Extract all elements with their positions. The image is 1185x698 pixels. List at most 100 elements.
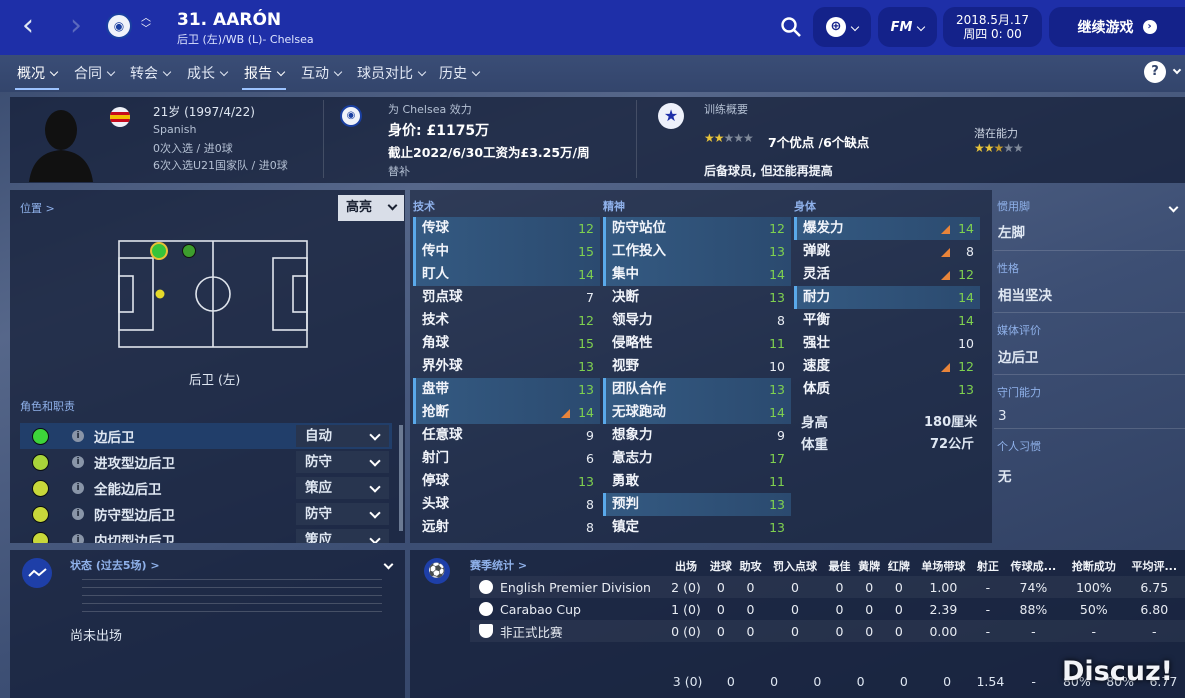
attribute-row[interactable]: 传中 15 <box>413 240 600 263</box>
info-icon[interactable]: i <box>72 534 84 543</box>
roles-scrollbar[interactable] <box>399 425 403 531</box>
attribute-row[interactable]: 盘带 13 <box>413 378 600 401</box>
attribute-row[interactable]: 勇敢 11 <box>603 470 791 493</box>
role-row[interactable]: i 全能边后卫 策应 <box>20 475 392 501</box>
attribute-row[interactable]: 弹跳 8 <box>794 240 980 263</box>
stats-column-header[interactable]: 助攻 <box>736 556 766 576</box>
attribute-row[interactable]: 平衡 14 <box>794 309 980 332</box>
role-row[interactable]: i 内切型边后卫 策应 <box>20 527 392 543</box>
highlight-dropdown[interactable]: 高亮 <box>338 195 404 221</box>
tab-development[interactable]: 成长 <box>187 63 229 83</box>
attribute-row[interactable]: 镇定 13 <box>603 516 791 539</box>
duty-dropdown[interactable]: 策应 <box>296 529 389 543</box>
tab-interaction[interactable]: 互动 <box>301 63 343 83</box>
attribute-row[interactable]: 远射 8 <box>413 516 600 539</box>
duty-dropdown[interactable]: 防守 <box>296 451 389 473</box>
attribute-row[interactable]: 集中 14 <box>603 263 791 286</box>
chevron-down-icon[interactable] <box>1168 202 1179 213</box>
attribute-row[interactable]: 角球 15 <box>413 332 600 355</box>
attribute-row[interactable]: 盯人 14 <box>413 263 600 286</box>
attribute-row[interactable]: 领导力 8 <box>603 309 791 332</box>
stats-column-header[interactable]: 射正 <box>973 556 1003 576</box>
attribute-row[interactable]: 灵活 12 <box>794 263 980 286</box>
tab-reports[interactable]: 报告 <box>242 63 286 90</box>
position-link[interactable]: 位置 > <box>20 200 55 216</box>
info-icon[interactable]: i <box>72 508 84 520</box>
attribute-value: 12 <box>578 313 594 328</box>
attribute-name: 速度 <box>803 358 830 374</box>
stats-column-header[interactable]: 黄牌 <box>854 556 884 576</box>
info-icon[interactable]: i <box>72 430 84 442</box>
form-link[interactable]: 状态 (过去5场) > <box>70 557 160 573</box>
attribute-row[interactable]: 强壮 10 <box>794 332 980 355</box>
tab-player-compare[interactable]: 球员对比 <box>357 63 427 83</box>
tab-overview[interactable]: 概况 <box>15 63 59 90</box>
tab-transfer[interactable]: 转会 <box>130 63 172 83</box>
stats-column-header[interactable]: 传球成... <box>1003 556 1064 576</box>
duty-dropdown[interactable]: 防守 <box>296 503 389 525</box>
attribute-row[interactable]: 头球 8 <box>413 493 600 516</box>
attribute-row[interactable]: 任意球 9 <box>413 424 600 447</box>
attribute-row[interactable]: 抢断 14 <box>413 401 600 424</box>
attribute-row[interactable]: 防守站位 12 <box>603 217 791 240</box>
globe-menu-button[interactable]: ⊕ <box>813 7 871 47</box>
back-arrow-icon[interactable]: ‹ <box>22 11 34 41</box>
stats-column-header[interactable]: 最佳 <box>825 556 855 576</box>
fm-menu-button[interactable]: FM <box>878 7 937 47</box>
stats-column-header[interactable]: 平均评... <box>1123 556 1185 576</box>
info-icon[interactable]: i <box>72 482 84 494</box>
attribute-name: 盯人 <box>422 266 449 282</box>
attribute-row[interactable]: 预判 13 <box>603 493 791 516</box>
attribute-row[interactable]: 团队合作 13 <box>603 378 791 401</box>
attribute-row[interactable]: 速度 12 <box>794 355 980 378</box>
attribute-row[interactable]: 技术 12 <box>413 309 600 332</box>
attribute-row[interactable]: 想象力 9 <box>603 424 791 447</box>
tab-contract[interactable]: 合同 <box>74 63 116 83</box>
attribute-value: 14 <box>769 405 785 420</box>
attribute-row[interactable]: 罚点球 7 <box>413 286 600 309</box>
role-row[interactable]: i 进攻型边后卫 防守 <box>20 449 392 475</box>
stats-row[interactable]: Carabao Cup 1 (0) 0 0 0 0 0 0 2.39 - 88% 50% 6.80 <box>470 598 1185 620</box>
stat-cell: 100% <box>1064 576 1124 598</box>
tab-label: 合同 <box>74 66 102 82</box>
attribute-row[interactable]: 传球 12 <box>413 217 600 240</box>
stats-column-header[interactable]: 红牌 <box>884 556 914 576</box>
stats-row[interactable]: 非正式比赛 0 (0) 0 0 0 0 0 0 0.00- - - - <box>470 620 1185 642</box>
attribute-row[interactable]: 体质 13 <box>794 378 980 401</box>
attribute-row[interactable]: 耐力 14 <box>794 286 980 309</box>
stat-cell: 0 <box>705 576 736 598</box>
game-date-button[interactable]: 2018.5月.17 周四 0: 00 <box>943 7 1042 47</box>
stat-cell: 0 <box>865 601 874 617</box>
help-icon[interactable]: ? <box>1144 61 1166 83</box>
player-switch-icon[interactable]: ︿ ﹀ <box>141 13 151 35</box>
attribute-row[interactable]: 停球 13 <box>413 470 600 493</box>
duty-dropdown[interactable]: 策应 <box>296 477 389 499</box>
club-crest-icon[interactable]: ◉ <box>106 13 132 39</box>
stats-column-header[interactable]: 出场 <box>666 556 706 576</box>
attribute-row[interactable]: 视野 10 <box>603 355 791 378</box>
club-label: 为 Chelsea 效力 <box>388 103 472 116</box>
search-icon[interactable] <box>780 16 802 38</box>
attribute-row[interactable]: 无球跑动 14 <box>603 401 791 424</box>
attribute-name: 传中 <box>422 243 449 259</box>
duty-dropdown[interactable]: 自动 <box>296 425 389 447</box>
attribute-row[interactable]: 射门 6 <box>413 447 600 470</box>
continue-game-button[interactable]: 继续游戏 › <box>1049 7 1185 47</box>
stats-column-header[interactable]: 进球 <box>706 556 736 576</box>
attribute-row[interactable]: 意志力 17 <box>603 447 791 470</box>
forward-arrow-icon[interactable]: › <box>70 11 82 41</box>
role-row[interactable]: i 防守型边后卫 防守 <box>20 501 392 527</box>
tab-history[interactable]: 历史 <box>439 63 481 83</box>
info-icon[interactable]: i <box>72 456 84 468</box>
attribute-row[interactable]: 爆发力 14 <box>794 217 980 240</box>
stats-column-header[interactable]: 罚入点球 <box>765 556 824 576</box>
stats-column-header[interactable]: 抢断成功 <box>1064 556 1123 576</box>
tab-label: 球员对比 <box>357 66 413 82</box>
role-row[interactable]: i 边后卫 自动 <box>20 423 392 449</box>
attribute-row[interactable]: 侵略性 11 <box>603 332 791 355</box>
stats-row[interactable]: English Premier Division 2 (0) 0 0 0 0 0 0 1.00-… <box>470 576 1185 598</box>
attribute-row[interactable]: 工作投入 13 <box>603 240 791 263</box>
stats-column-header[interactable]: 单场带球 <box>914 556 973 576</box>
attribute-row[interactable]: 决断 13 <box>603 286 791 309</box>
attribute-row[interactable]: 界外球 13 <box>413 355 600 378</box>
